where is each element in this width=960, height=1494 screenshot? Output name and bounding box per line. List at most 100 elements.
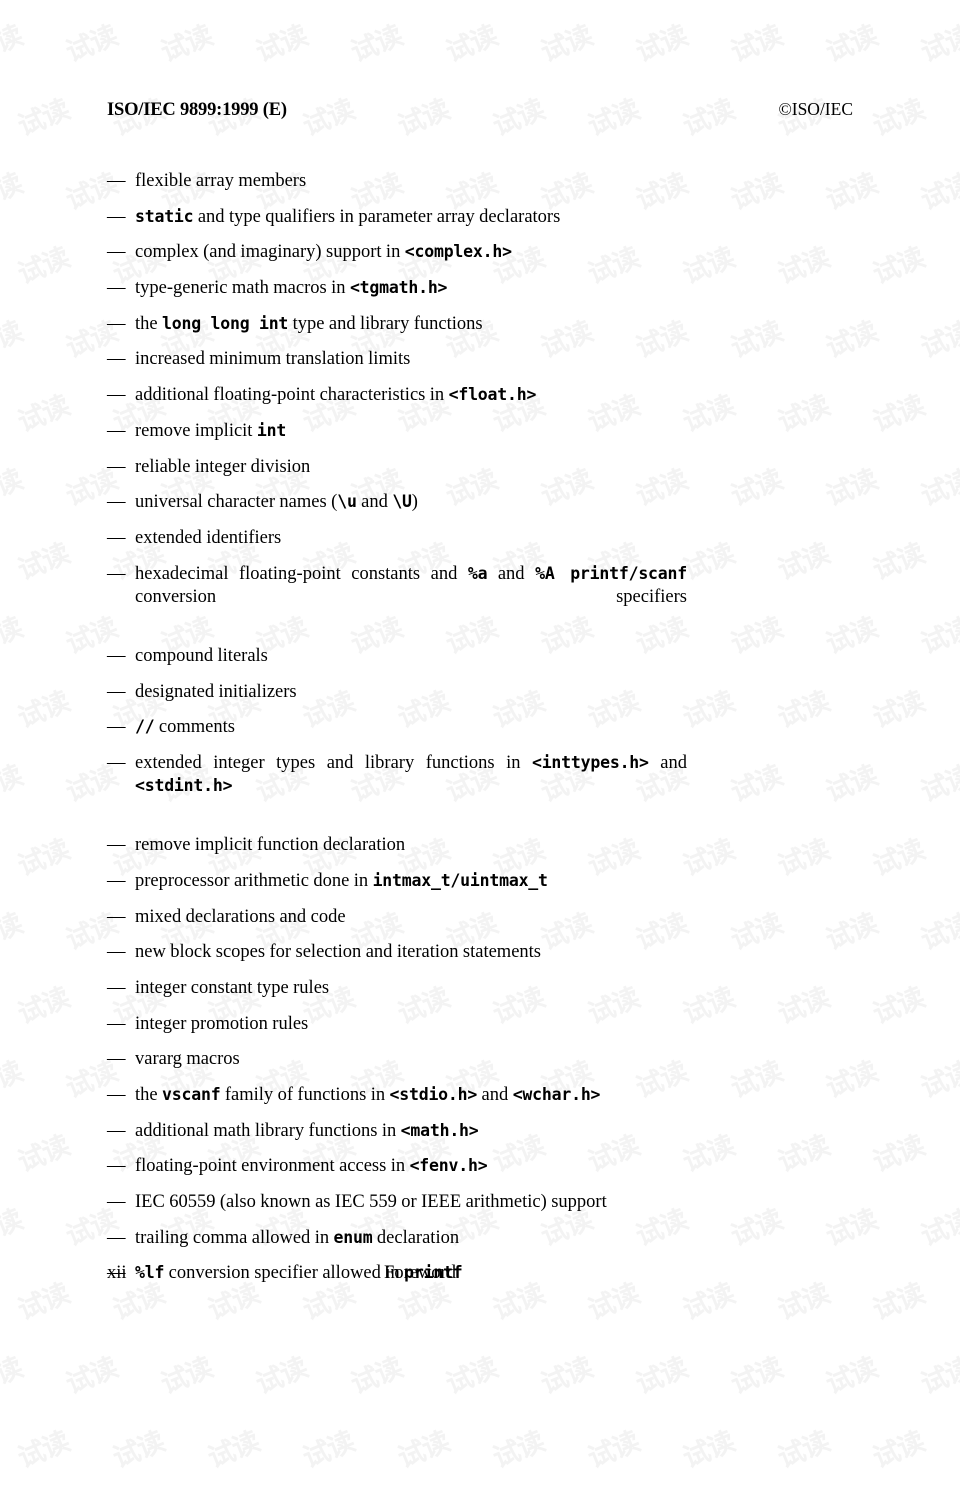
list-dash-bullet: — [107, 977, 126, 998]
feature-list-item-text: complex (and imaginary) support in <comp… [135, 241, 687, 264]
feature-list-item: — mixed declarations and code [107, 906, 687, 929]
feature-list-item: — additional math library functions in <m… [107, 1120, 687, 1143]
code-term: <fenv.h> [409, 1156, 488, 1176]
prose-text: trailing comma allowed in [135, 1227, 334, 1248]
list-dash-bullet: — [107, 752, 126, 773]
prose-text: and [477, 1085, 513, 1105]
feature-list-item-text: additional floating-point characteristic… [135, 384, 687, 407]
prose-text: complex (and imaginary) support in [135, 242, 405, 263]
prose-text: and [648, 752, 687, 773]
list-dash-bullet: — [107, 835, 126, 856]
feature-list-item-text: mixed declarations and code [135, 906, 687, 929]
prose-text: and [356, 492, 393, 513]
list-dash-bullet: — [107, 456, 126, 477]
feature-list-item: — preprocessor arithmetic done in intmax_… [107, 870, 687, 893]
feature-list-item-text: reliable integer division [135, 456, 687, 479]
feature-list-item-text: universal character names (\u and \U) [135, 491, 687, 514]
watermark-row: 试读试读试读试读试读试读试读试读试读试读试读试读试读 [0, 1346, 960, 1420]
feature-list-item: — remove implicit function declaration [107, 834, 687, 857]
document-page: ISO/IEC 9899:1999 (E) ©ISO/IEC — flexible… [0, 0, 960, 1357]
feature-list-item: — new block scopes for selection and iter… [107, 941, 687, 964]
feature-list-item-text: remove implicit function declaration [135, 834, 687, 857]
code-term: int [256, 420, 287, 440]
running-head: ISO/IEC 9899:1999 (E) ©ISO/IEC [107, 99, 853, 121]
list-dash-bullet: — [107, 1085, 126, 1105]
prose-text: additional math library functions in [135, 1120, 401, 1141]
list-dash-bullet: — [107, 645, 126, 666]
prose-text: and [487, 563, 536, 584]
feature-list-item: — type-generic math macros in <tgmath.h> [107, 277, 687, 300]
feature-list-item: — vararg macros [107, 1048, 687, 1071]
watermark-text: 试读 [868, 1426, 929, 1475]
code-term: <float.h> [448, 385, 537, 405]
list-dash-bullet: — [107, 1156, 126, 1177]
code-term: enum [333, 1227, 373, 1247]
feature-list-item-text: extended integer types and library funct… [135, 752, 687, 822]
prose-text: additional floating-point characteristic… [135, 385, 449, 406]
prose-text: extended identifiers [135, 527, 282, 548]
watermark-text: 试读 [488, 1426, 549, 1475]
code-term: \U [392, 492, 412, 512]
watermark-text: 试读 [393, 1426, 454, 1475]
code-term: <inttypes.h> [531, 752, 649, 772]
prose-text: new block scopes for selection and itera… [135, 942, 541, 963]
prose-text: type-generic math macros in [135, 278, 350, 299]
feature-list-item-text: new block scopes for selection and itera… [135, 941, 687, 964]
page-footer: xii Foreword [107, 1263, 853, 1289]
feature-list-item: — IEC 60559 (also known as IEC 559 or IEE… [107, 1191, 687, 1214]
prose-text: the [135, 313, 163, 334]
list-dash-bullet: — [107, 563, 126, 584]
code-term: <complex.h> [404, 242, 512, 262]
feature-list-item: — reliable integer division [107, 456, 687, 479]
prose-text: and type qualifiers in parameter array d… [193, 206, 561, 227]
prose-text: mixed declarations and code [135, 906, 346, 927]
watermark-text: 试读 [298, 1426, 359, 1475]
list-dash-bullet: — [107, 942, 126, 963]
feature-list-item-text: static and type qualifiers in parameter … [135, 206, 687, 229]
prose-text: compound literals [135, 645, 268, 666]
feature-list-item-text: the long long int type and library funct… [135, 313, 687, 336]
feature-list-item: — designated initializers [107, 681, 687, 704]
code-term: vscanf [162, 1085, 221, 1104]
feature-list-item-text: preprocessor arithmetic done in intmax_t… [135, 870, 687, 893]
prose-text: integer constant type rules [135, 977, 330, 998]
feature-list-item-text: remove implicit int [135, 420, 687, 443]
feature-list-item-text: hexadecimal floating-point constants and… [135, 563, 687, 633]
code-term: %a [467, 563, 488, 583]
section-name: Foreword [384, 1263, 456, 1283]
watermark-text: 试读 [773, 1426, 834, 1475]
feature-list-item-text: integer promotion rules [135, 1013, 687, 1036]
watermark-text: 试读 [13, 1426, 74, 1475]
feature-list-item-text: trailing comma allowed in enum declarati… [135, 1227, 687, 1250]
code-term: static [135, 206, 194, 226]
list-dash-bullet: — [107, 492, 126, 513]
watermark-text: 试读 [678, 1426, 739, 1475]
prose-text: universal character names ( [135, 492, 338, 513]
prose-text: type and library functions [288, 313, 483, 334]
feature-list-item-text: additional math library functions in <ma… [135, 1120, 687, 1143]
list-dash-bullet: — [107, 1013, 126, 1034]
list-dash-bullet: — [107, 870, 126, 891]
code-term: intmax_t/uintmax_t [372, 870, 548, 890]
list-dash-bullet: — [107, 527, 126, 548]
list-dash-bullet: — [107, 1227, 126, 1248]
feature-list-item-text: extended identifiers [135, 527, 687, 550]
prose-text: flexible array members [135, 171, 307, 191]
prose-text: extended integer types and library funct… [135, 752, 532, 773]
feature-list-item-text: flexible array members [135, 170, 687, 193]
copyright-notice: ©ISO/IEC [778, 99, 853, 119]
prose-text: designated initializers [135, 681, 297, 702]
list-dash-bullet: — [107, 349, 126, 370]
prose-text: hexadecimal floating-point constants and [135, 563, 468, 584]
feature-list-item: — extended identifiers [107, 527, 687, 550]
feature-list: — flexible array members — static and type … [107, 170, 687, 1298]
code-term: long long int [162, 313, 289, 333]
feature-list-item: — the long long int type and library func… [107, 313, 687, 336]
list-dash-bullet: — [107, 206, 126, 227]
feature-list-item: — integer constant type rules [107, 977, 687, 1000]
feature-list-item: — compound literals [107, 645, 687, 668]
watermark-text: 试读 [108, 1426, 169, 1475]
list-dash-bullet: — [107, 906, 126, 927]
code-term: <stdio.h> [389, 1085, 478, 1104]
code-term: %A printf/scanf [535, 563, 687, 583]
